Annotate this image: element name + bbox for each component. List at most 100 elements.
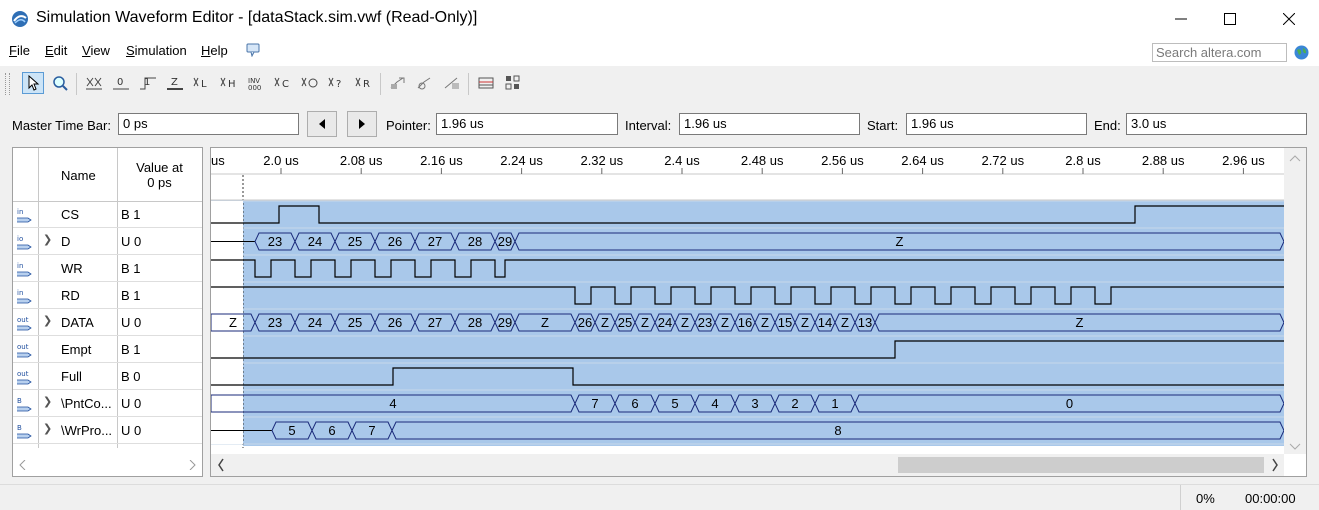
bur-pin-icon: B [17,397,32,412]
waveform-canvas[interactable]: us 2.0 us 2.08 us 2.16 us 2.24 us 2.32 us 2.4 … [211,148,1306,476]
waveform-panel[interactable]: us 2.0 us 2.08 us 2.16 us 2.24 us 2.32 us 2.4 … [210,147,1307,477]
next-transition-button[interactable] [347,111,377,137]
bus-value-label: 29 [498,315,512,330]
io-pin-icon: io [17,235,32,250]
out-pin-icon: out [17,316,32,331]
search-input[interactable]: Search altera.com [1152,43,1287,62]
forcing-unknown-icon[interactable] [83,72,105,94]
pointer-label: Pointer: [386,118,431,133]
end-field[interactable]: 3.0 us [1126,113,1307,135]
bus-value-label: 7 [368,423,375,438]
high-impedance-icon[interactable]: Z [164,72,186,94]
clock-value-icon[interactable] [299,72,321,94]
signal-row[interactable]: out Full B 0 [13,363,202,390]
bus-value-label: 26 [388,315,402,330]
svg-text:H: H [228,79,236,90]
previous-transition-button[interactable] [307,111,337,137]
bus-value-label: 25 [618,315,632,330]
signal-list-hscroll[interactable] [13,454,202,476]
time-tick-label: 2.64 us [901,153,944,168]
signal-value: U 0 [121,396,142,411]
signal-row[interactable]: in RD B 1 [13,282,202,309]
signal-list-header: Name Value at 0 ps [13,148,202,202]
start-field[interactable]: 1.96 us [906,113,1087,135]
expand-chevron-icon[interactable]: ❯ [43,233,52,246]
menu-edit[interactable]: Edit [45,43,67,58]
expand-chevron-icon[interactable]: ❯ [43,422,52,435]
run-timing-simulation-icon[interactable] [414,72,436,94]
time-tick-label: 2.4 us [664,153,700,168]
menu-bar: File Edit View Simulation Help [0,38,1319,66]
bus-value-label: 23 [268,315,282,330]
signal-row[interactable]: io ❯ D U 0 [13,228,202,255]
maximize-button[interactable] [1204,0,1256,38]
name-column-header[interactable]: Name [61,168,96,183]
svg-text:out: out [17,316,29,324]
random-value-icon[interactable]: ? [326,72,348,94]
signal-name: Empt [61,342,92,357]
open-report-icon[interactable] [475,72,497,94]
progress-percent: 0% [1196,491,1215,506]
bus-value-label: Z [681,315,689,330]
menu-view[interactable]: View [82,43,110,58]
signal-row[interactable]: out Empt B 1 [13,336,202,363]
bus-value-label: 2 [791,396,798,411]
expand-chevron-icon[interactable]: ❯ [43,314,52,327]
scroll-right-icon[interactable] [188,460,196,470]
forcing-low-icon[interactable]: 0 [110,72,132,94]
generate-netlist-icon[interactable] [441,72,463,94]
expand-chevron-icon[interactable]: ❯ [43,395,52,408]
signal-row[interactable]: out ❯ DATA U 0 [13,309,202,336]
svg-text:B: B [17,424,22,432]
invert-icon[interactable]: INV 000 [245,72,267,94]
pointer-field[interactable]: 1.96 us [436,113,618,135]
close-button[interactable] [1263,0,1315,38]
bus-value-label: 16 [738,315,752,330]
signal-row[interactable]: B ❯ \PntCo... U 0 [13,390,202,417]
toolbar-grip[interactable] [5,73,10,95]
start-label: Start: [867,118,899,133]
bus-value-label: Z [841,315,849,330]
interval-label: Interval: [625,118,672,133]
selection-tool-icon[interactable] [22,72,44,94]
run-functional-simulation-icon[interactable] [387,72,409,94]
bus-value-label: Z [1076,315,1084,330]
signal-name: DATA [61,315,94,330]
weak-high-icon[interactable]: H [218,72,240,94]
bus-value-label: 24 [658,315,672,330]
globe-icon[interactable] [1294,45,1309,60]
bus-value-label: 5 [671,396,678,411]
out-pin-icon: out [17,343,32,358]
master-time-bar-field[interactable]: 0 ps [118,113,299,135]
bus-value-label: 6 [631,396,638,411]
interval-field[interactable]: 1.96 us [679,113,860,135]
bus-value-label: 7 [591,396,598,411]
in-pin-icon: in [17,208,32,223]
weak-low-icon[interactable]: L [191,72,213,94]
signal-row[interactable]: in WR B 1 [13,255,202,282]
bus-value-label: 27 [428,315,442,330]
signal-row[interactable]: B ❯ \WrPro... U 0 [13,417,202,444]
bus-value-label: 8 [834,423,841,438]
bus-value-label: 23 [698,315,712,330]
scroll-left-icon[interactable] [19,460,27,470]
time-tick-label: 2.56 us [821,153,864,168]
signal-row[interactable]: in CS B 1 [13,201,202,228]
forcing-high-icon[interactable]: 1 [137,72,159,94]
bus-value-label: 1 [831,396,838,411]
signal-list-panel: Name Value at 0 ps in CS B 1 io ❯ D U 0 in … [12,147,203,477]
value-column-header[interactable]: Value at 0 ps [117,160,202,190]
arbitrary-value-icon[interactable]: R [353,72,375,94]
menu-simulation[interactable]: Simulation [126,43,187,58]
compare-icon[interactable] [502,72,524,94]
signal-name: D [61,234,71,249]
zoom-tool-icon[interactable] [49,72,71,94]
minimize-button[interactable] [1155,0,1207,38]
count-value-icon[interactable]: C [272,72,294,94]
help-context-icon[interactable] [246,43,260,57]
menu-file[interactable]: File [9,43,30,58]
bus-value-label: 26 [388,234,402,249]
bus-value-label: 15 [778,315,792,330]
end-label: End: [1094,118,1121,133]
menu-help[interactable]: Help [201,43,228,58]
